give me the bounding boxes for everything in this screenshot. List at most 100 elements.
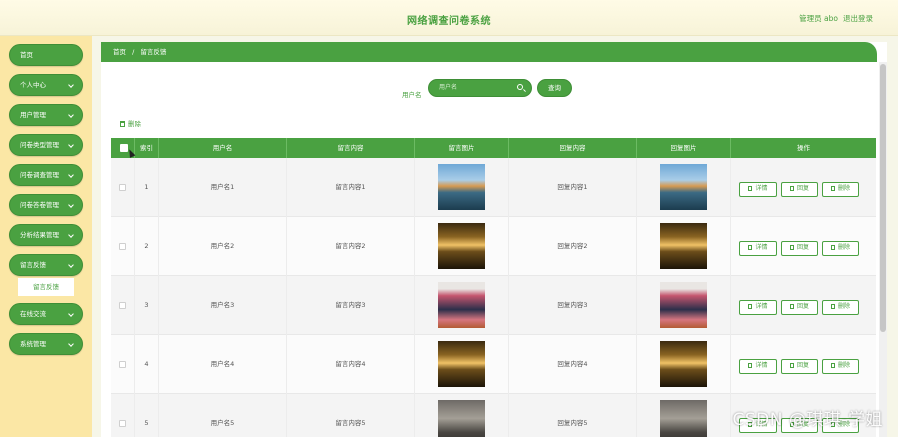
reply-image-cell [637,276,731,335]
row-checkbox[interactable] [119,420,126,427]
reply-image-cell [637,394,731,437]
top-header: 网络调查问卷系统 管理员 abo 退出登录 [0,0,898,36]
sidebar-subitem-feedback[interactable]: 留言反馈 [18,278,74,296]
user-cell: 用户名4 [159,335,287,394]
detail-button-label: 详情 [755,244,768,251]
sidebar-item-label: 个人中心 [20,81,46,89]
detail-button[interactable]: 详情 [739,182,777,197]
sidebar-item-system[interactable]: 系统管理 [9,333,83,355]
row-checkbox[interactable] [119,361,126,368]
reply-image [660,164,707,210]
delete-button[interactable]: 删除 [822,182,859,197]
message-image-cell [415,394,509,437]
reply-button[interactable]: 回复 [781,300,818,315]
sidebar-item-home[interactable]: 首页 [9,44,83,66]
message-image [438,164,485,210]
column-header-index: 索引 [135,138,159,158]
reply-image [660,223,707,269]
edit-icon [789,304,794,309]
message-cell: 留言内容3 [287,276,415,335]
sidebar-item-profile[interactable]: 个人中心 [9,74,83,96]
reply-cell: 回复内容2 [509,217,637,276]
trash-icon [120,121,125,127]
select-cell [111,394,135,437]
scrollbar-thumb[interactable] [880,64,886,332]
detail-button[interactable]: 详情 [739,359,777,374]
select-cell [111,158,135,217]
breadcrumb-home[interactable]: 首页 [113,48,126,56]
app-title: 网络调查问卷系统 [407,16,491,27]
sidebar-item-label: 首页 [20,51,33,59]
document-icon [748,245,753,250]
actions-cell: 详情 回复 删除 [731,158,876,217]
delete-button[interactable]: 删除 [822,359,859,374]
select-cell [111,335,135,394]
search-button[interactable]: 查询 [537,79,572,97]
detail-button-label: 详情 [755,303,768,310]
sidebar-item-chat[interactable]: 在线交流 [9,303,83,325]
reply-cell: 回复内容1 [509,158,637,217]
sidebar-item-users[interactable]: 用户管理 [9,104,83,126]
reply-cell: 回复内容5 [509,394,637,437]
main-content: 首页 / 留言反馈 用户名 用户名 查询 删除 索引 用户名 留言内容 留言图片… [92,36,898,437]
sidebar-item-feedback[interactable]: 留言反馈 [9,254,83,276]
reply-button[interactable]: 回复 [781,359,818,374]
search-icon [517,84,523,90]
document-icon [748,304,753,309]
index-cell: 2 [135,217,159,276]
vertical-scrollbar[interactable] [879,62,887,437]
column-header-message: 留言内容 [287,138,415,158]
user-cell: 用户名5 [159,394,287,437]
reply-cell: 回复内容4 [509,335,637,394]
chevron-down-icon [68,341,74,347]
reply-button-label: 回复 [796,303,809,310]
reply-button[interactable]: 回复 [781,182,818,197]
row-checkbox[interactable] [119,184,126,191]
delete-button[interactable]: 删除 [822,241,859,256]
delete-button-label: 删除 [837,303,850,310]
user-cell: 用户名3 [159,276,287,335]
reply-image [660,400,707,437]
trash-icon [830,186,835,191]
sidebar-item-label: 问卷答卷管理 [20,201,59,209]
table-row: 4 用户名4 留言内容4 回复内容4 详情 回复 删除 [111,335,876,394]
row-checkbox[interactable] [119,243,126,250]
reply-button-label: 回复 [796,244,809,251]
breadcrumb-current: 留言反馈 [140,48,167,56]
batch-delete-label: 删除 [128,120,141,128]
column-header-actions: 操作 [797,144,810,152]
edit-icon [789,186,794,191]
chevron-down-icon [68,311,74,317]
logout-link[interactable]: 退出登录 [843,13,873,24]
sidebar-item-surveys[interactable]: 问卷调查管理 [9,164,83,186]
chevron-down-icon [68,142,74,148]
row-checkbox[interactable] [119,302,126,309]
edit-icon [789,363,794,368]
reply-image [660,341,707,387]
message-image-cell [415,158,509,217]
breadcrumb: 首页 / 留言反馈 [101,42,877,62]
message-cell: 留言内容4 [287,335,415,394]
reply-button[interactable]: 回复 [781,241,818,256]
batch-delete-button[interactable]: 删除 [120,118,141,128]
index-cell: 5 [135,394,159,437]
reply-image-cell [637,158,731,217]
table-row: 1 用户名1 留言内容1 回复内容1 详情 回复 删除 [111,158,876,217]
watermark: CSDN @琪琪-学姐 [732,410,883,430]
reply-image-cell [637,335,731,394]
trash-icon [830,245,835,250]
edit-icon [789,245,794,250]
delete-button-label: 删除 [837,185,850,192]
message-image [438,223,485,269]
delete-button[interactable]: 删除 [822,300,859,315]
table-row: 2 用户名2 留言内容2 回复内容2 详情 回复 删除 [111,217,876,276]
message-image [438,282,485,328]
sidebar-item-survey-types[interactable]: 问卷类型管理 [9,134,83,156]
sidebar-item-analysis[interactable]: 分析结果管理 [9,224,83,246]
sidebar-item-answers[interactable]: 问卷答卷管理 [9,194,83,216]
search-input[interactable]: 用户名 [428,79,532,97]
trash-icon [830,304,835,309]
detail-button[interactable]: 详情 [739,300,777,315]
reply-button-label: 回复 [796,185,809,192]
detail-button[interactable]: 详情 [739,241,777,256]
